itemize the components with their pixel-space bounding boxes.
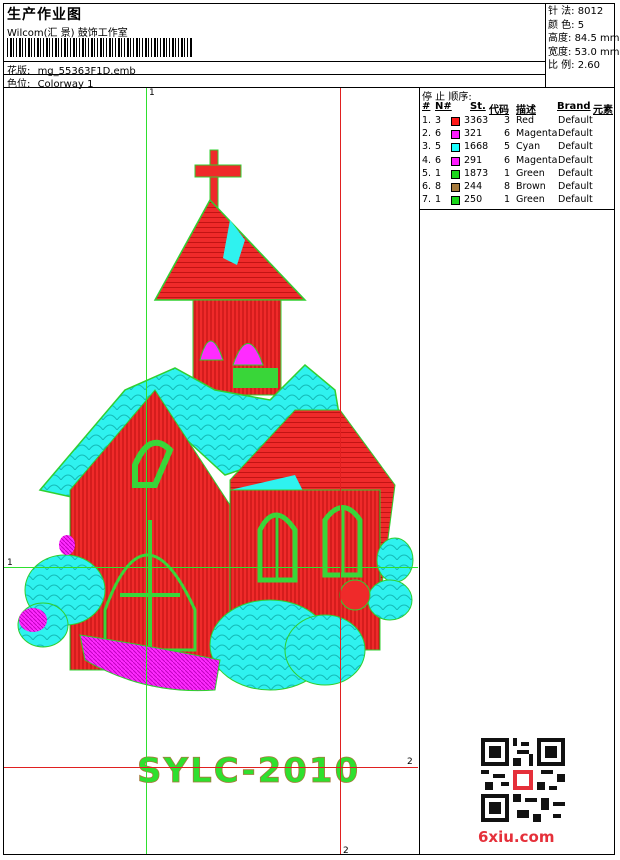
stat-height: 高度: 84.5 mm [548,33,620,45]
stat-scale: 比 例: 2.60 [548,60,601,72]
row-index: 6. [422,181,432,192]
col-header-code: 代码 [489,105,509,116]
col-header-brand: Brand [557,101,591,112]
row-index: 4. [422,154,432,166]
row-stitches: 250 [464,194,483,206]
stat-colors: 颜 色: 5 [548,19,585,31]
colorway-label: 色位: [7,79,31,90]
row-code: 3 [504,115,511,126]
church-tower [153,149,307,396]
row-needle: 5 [435,141,442,153]
row-brand: Default [558,128,593,140]
table-bottom-line [419,209,615,210]
guide-label-h1: 1 [7,558,13,568]
stat-width: 宽度: 53.0 mm [548,46,620,58]
row-stitches: 321 [464,128,483,140]
row-desc: Magenta [516,128,558,140]
row-brand: Default [558,194,593,206]
row-needle: 1 [435,194,442,206]
col-header-needle: N# [435,101,452,112]
row-index: 2. [422,128,432,140]
color-swatch [451,196,460,206]
row-code: 6 [504,128,511,140]
row-stitches: 1668 [464,141,489,153]
design-caption: SYLC-2010 [137,751,360,791]
row-brand: Default [558,181,593,192]
row-brand: Default [558,167,593,179]
row-code: 8 [504,181,511,192]
row-desc: Green [516,167,545,179]
row-code: 6 [504,154,511,166]
row-needle: 6 [435,128,442,140]
row-needle: 3 [435,115,442,126]
col-header-stitches: St. [470,101,486,112]
col-header-desc: 描述 [516,105,536,116]
row-desc: Red [516,115,535,126]
row-desc: Green [516,194,545,206]
row-index: 3. [422,141,432,153]
row-stitches: 1873 [464,167,489,179]
color-swatch [451,183,460,192]
color-swatch [451,117,460,126]
stat-stitches: 针 法: 8012 [548,6,604,17]
row-code: 5 [504,141,511,153]
row-brand: Default [558,141,593,153]
qr-code [481,738,565,822]
watermark-site: 6xiu.com [478,828,555,846]
stats-divider [545,3,546,88]
guide-horizontal-1 [4,567,418,568]
color-swatch [451,130,460,140]
row-code: 1 [504,194,511,206]
row-code: 1 [504,167,511,179]
row-needle: 8 [435,181,442,192]
row-needle: 1 [435,167,442,179]
row-desc: Brown [516,181,546,192]
page-title: 生产作业图 [7,7,82,23]
row-index: 5. [422,167,432,179]
guide-vertical-2 [340,88,341,854]
guide-vertical-1 [146,88,147,854]
row-index: 7. [422,194,432,206]
colorway-value: Colorway 1 [37,79,94,90]
guide-horizontal-2 [4,767,418,768]
design-canvas: SYLC-2010 [5,90,419,854]
main-divider [3,87,615,88]
row-brand: Default [558,115,593,126]
row-brand: Default [558,154,593,166]
col-header-index: # [422,101,431,112]
color-swatch [451,143,460,153]
colorway-row: 色位: Colorway 1 [7,75,93,90]
color-swatch [451,169,460,179]
embroidery-preview: SYLC-2010 [17,149,414,791]
guide-label-v1: 1 [149,88,155,98]
col-header-element: 元素 [593,105,613,116]
panel-divider [419,87,420,855]
row-stitches: 244 [464,181,483,192]
color-swatch [451,156,460,166]
row-desc: Cyan [516,141,541,153]
barcode [7,38,193,57]
row-stitches: 3363 [464,115,489,126]
row-stitches: 291 [464,154,483,166]
company-name: Wilcom(汇 景) 鼓饰工作室 [7,28,128,39]
row-desc: Magenta [516,154,558,166]
stats-panel: 针 法: 8012 颜 色: 5 高度: 84.5 mm 宽度: 53.0 mm… [548,5,620,73]
guide-label-h2: 2 [407,757,413,767]
row-needle: 6 [435,154,442,166]
guide-label-v2: 2 [343,846,349,856]
row-index: 1. [422,115,432,126]
